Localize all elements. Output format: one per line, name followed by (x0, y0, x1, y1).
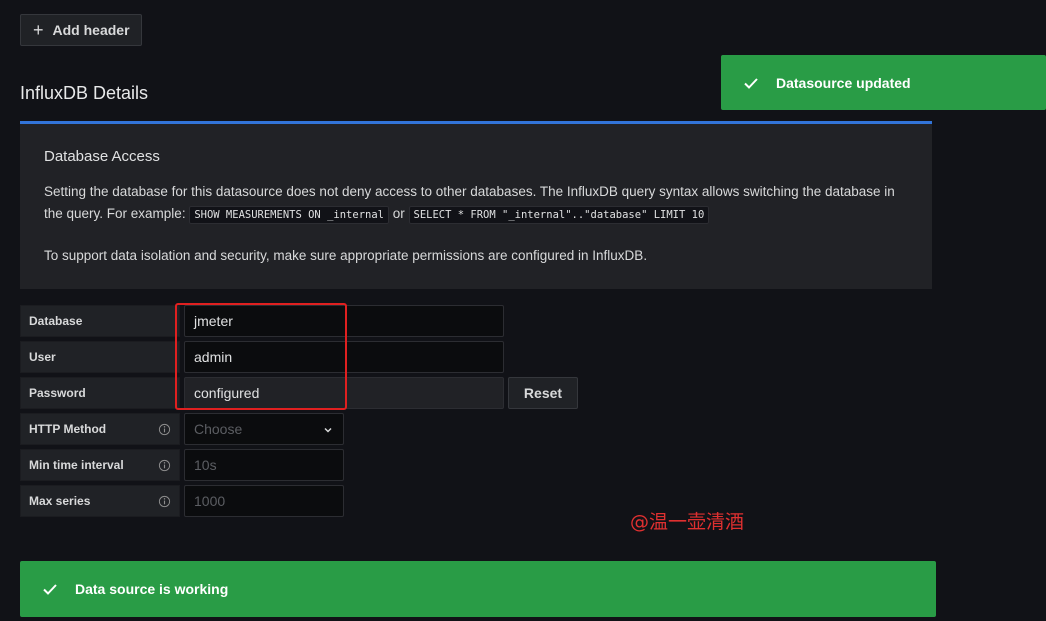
code-example-1: SHOW MEASUREMENTS ON _internal (189, 206, 389, 224)
toast-message: Datasource updated (776, 74, 911, 91)
min-time-interval-input[interactable]: 10s (184, 449, 344, 481)
http-method-placeholder: Choose (194, 421, 243, 437)
max-series-input[interactable]: 1000 (184, 485, 344, 517)
check-icon (744, 77, 758, 89)
datasource-settings-page: + Add header Datasource updated InfluxDB… (0, 0, 1046, 621)
info-text-or: or (388, 206, 409, 221)
database-label-text: Database (29, 314, 83, 328)
info-icon[interactable] (158, 423, 171, 436)
min-time-interval-placeholder: 10s (194, 457, 217, 473)
section-title: InfluxDB Details (20, 83, 149, 103)
check-icon (43, 584, 57, 595)
data-source-status-banner: Data source is working (20, 561, 936, 617)
info-text-2: To support data isolation and security, … (44, 248, 648, 263)
info-icon[interactable] (158, 495, 171, 508)
password-label-text: Password (29, 386, 86, 400)
info-icon[interactable] (158, 459, 171, 472)
http-method-label: HTTP Method (20, 413, 180, 445)
http-method-label-text: HTTP Method (29, 422, 107, 436)
database-label: Database (20, 305, 180, 337)
password-input-value: configured (194, 385, 260, 401)
plus-icon: + (33, 20, 44, 40)
add-header-label: Add header (52, 22, 130, 38)
reset-label: Reset (523, 385, 563, 401)
info-heading: Database Access (44, 148, 160, 165)
http-method-select[interactable]: Choose (184, 413, 344, 445)
database-access-info: Database Access Setting the database for… (20, 121, 932, 289)
user-label-text: User (29, 350, 56, 364)
password-label: Password (20, 377, 180, 409)
watermark: @温一壶清酒 (630, 511, 745, 533)
password-input[interactable]: configured (184, 377, 504, 409)
chevron-down-icon (324, 427, 332, 433)
min-time-interval-label: Min time interval (20, 449, 180, 481)
code-example-2: SELECT * FROM "_internal".."database" LI… (408, 206, 710, 224)
user-label: User (20, 341, 180, 373)
max-series-placeholder: 1000 (194, 493, 226, 509)
password-reset-button[interactable]: Reset (508, 377, 578, 409)
success-toast: Datasource updated (721, 55, 1046, 110)
max-series-label-text: Max series (29, 494, 91, 508)
user-input-value: admin (194, 349, 233, 365)
database-input-value: jmeter (194, 313, 233, 329)
info-text-1: Setting the database for this datasource… (44, 181, 908, 226)
max-series-label: Max series (20, 485, 180, 517)
user-input[interactable]: admin (184, 341, 504, 373)
status-message: Data source is working (75, 581, 229, 597)
database-input[interactable]: jmeter (184, 305, 504, 337)
min-time-interval-label-text: Min time interval (29, 458, 124, 472)
add-header-button[interactable]: + Add header (20, 14, 142, 46)
